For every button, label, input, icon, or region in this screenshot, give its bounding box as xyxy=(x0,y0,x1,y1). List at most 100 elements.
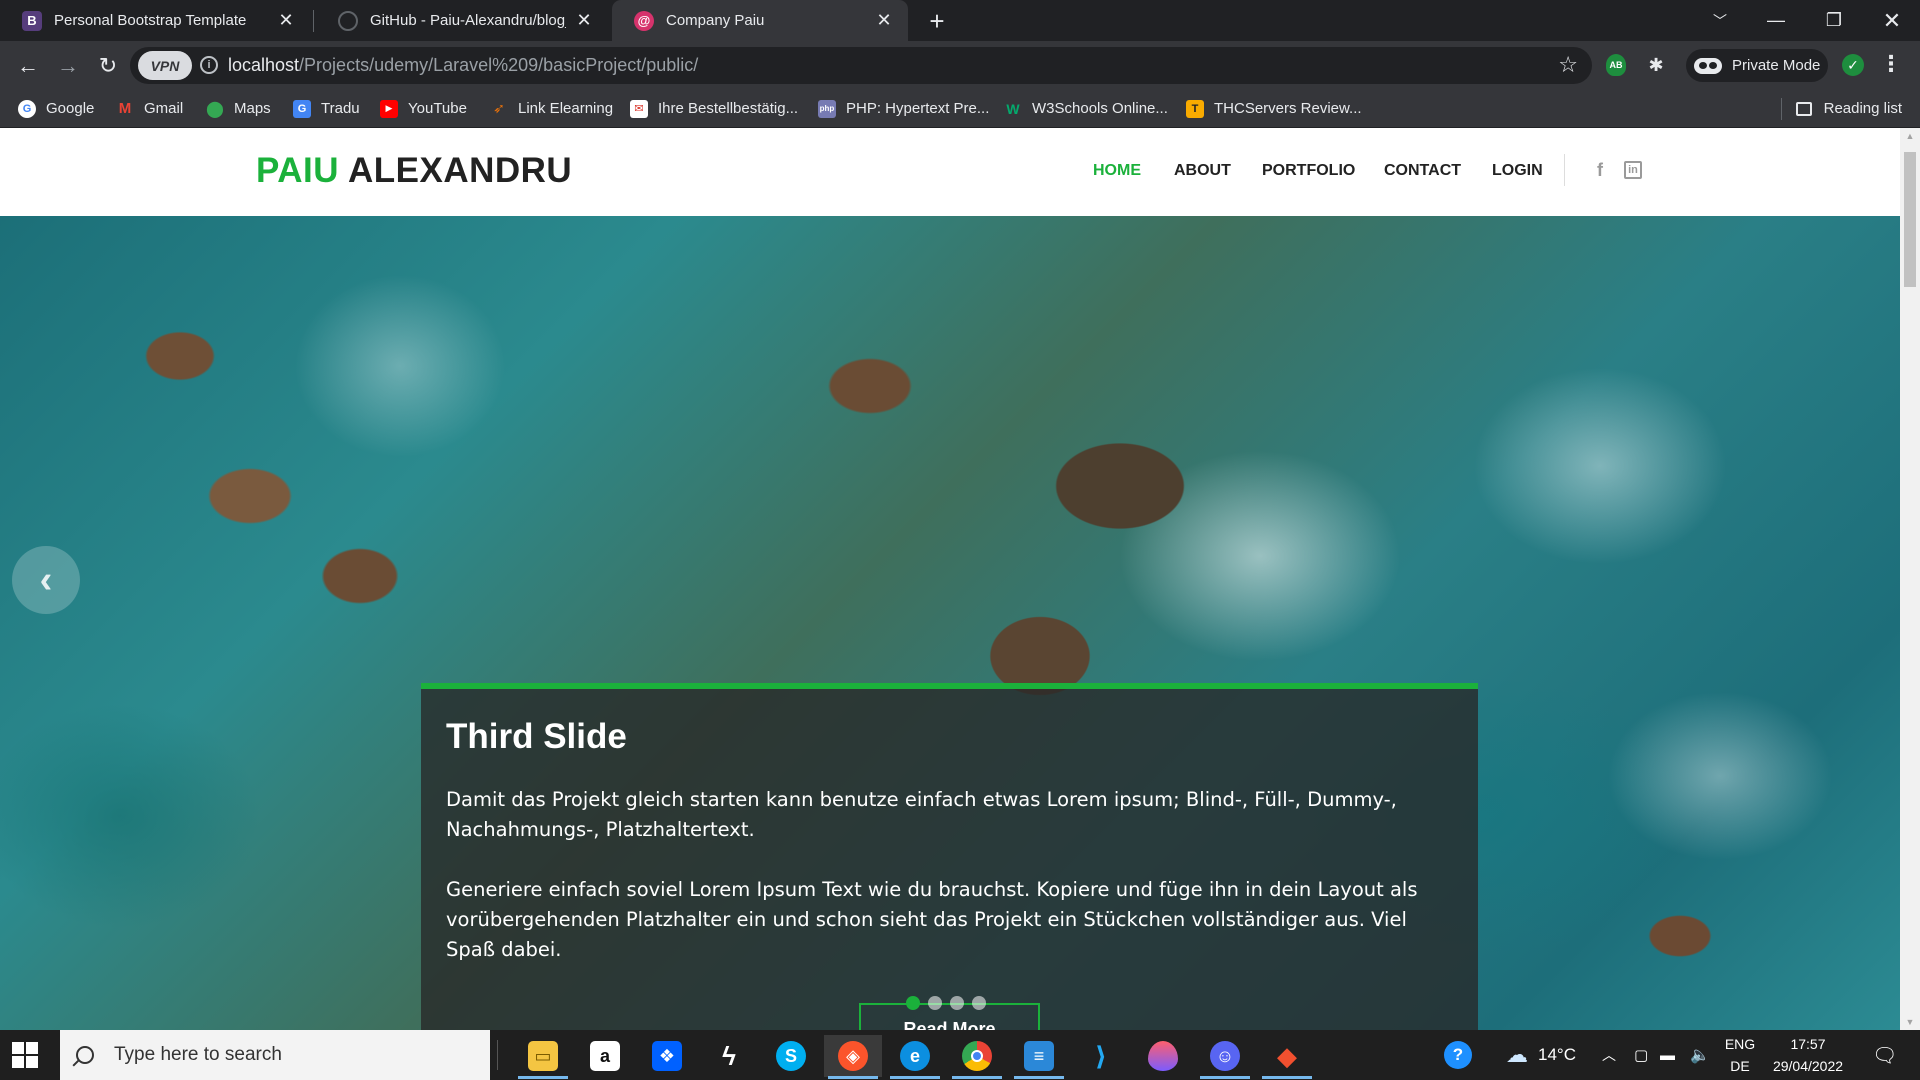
tab-github[interactable]: GitHub - Paiu-Alexandru/blog_laravel ✕ xyxy=(316,0,608,41)
bookmark-bestellung[interactable]: ✉ Ihre Bestellbestätig... xyxy=(630,90,798,127)
taskbar-search-input[interactable]: Type here to search xyxy=(60,1030,490,1080)
thcservers-icon: T xyxy=(1186,99,1204,118)
nav-login[interactable]: LOGIN xyxy=(1492,162,1543,180)
bookmark-w3schools[interactable]: W W3Schools Online... xyxy=(1004,90,1168,127)
skype-icon[interactable]: S xyxy=(762,1035,820,1077)
close-icon[interactable]: ✕ xyxy=(874,10,894,31)
brave-icon[interactable]: ◈ xyxy=(824,1035,882,1079)
site-logo[interactable]: PAIU ALEXANDRU xyxy=(256,151,572,191)
nav-about[interactable]: ABOUT xyxy=(1174,162,1231,180)
nav-contact[interactable]: CONTACT xyxy=(1384,162,1461,180)
bookmark-link-elearning[interactable]: ➶ Link Elearning xyxy=(490,90,613,127)
bookmark-label: Google xyxy=(46,100,95,117)
discord-icon[interactable]: ☺ xyxy=(1196,1035,1254,1079)
volume-icon[interactable]: 🔈 xyxy=(1690,1030,1710,1080)
git-icon[interactable]: ◆ xyxy=(1258,1035,1316,1079)
puzzle-icon[interactable]: ✱ xyxy=(1644,53,1668,77)
bookmark-label: Link Elearning xyxy=(518,100,614,117)
logo-text: ALEXANDRU xyxy=(347,151,573,190)
search-placeholder: Type here to search xyxy=(114,1044,282,1065)
carousel-prev-arrow-icon[interactable]: ‹ xyxy=(12,546,80,614)
bookmark-google[interactable]: G Google xyxy=(18,90,94,127)
app-icon[interactable]: ϟ xyxy=(700,1035,758,1077)
bookmark-php[interactable]: php PHP: Hypertext Pre... xyxy=(818,90,989,127)
bookmark-star-icon[interactable]: ☆ xyxy=(1558,52,1578,78)
scroll-up-icon[interactable]: ▲ xyxy=(1900,128,1920,144)
tab-personal-bootstrap[interactable]: B Personal Bootstrap Template ✕ xyxy=(0,0,310,41)
youtube-icon: ▶ xyxy=(380,99,398,118)
gmail-icon: M xyxy=(118,100,132,117)
divider xyxy=(1780,97,1782,120)
weather-temp: 14°C xyxy=(1538,1045,1576,1064)
new-tab-button[interactable]: + xyxy=(922,6,952,36)
browser-toolbar: ← → ↻ VPN i localhost/Projects/udemy/Lar… xyxy=(0,41,1920,90)
edge-icon[interactable]: e xyxy=(886,1035,944,1079)
tab-company-paiu[interactable]: @ Company Paiu ✕ xyxy=(612,0,908,41)
close-window-button[interactable]: ✕ xyxy=(1864,0,1920,41)
notepad-icon[interactable]: ≡ xyxy=(1010,1035,1068,1079)
search-icon xyxy=(76,1046,94,1064)
close-icon[interactable]: ✕ xyxy=(574,10,594,31)
bookmark-youtube[interactable]: ▶ YouTube xyxy=(380,90,467,127)
reading-list-button[interactable]: Reading list xyxy=(1780,90,1902,127)
bookmark-label: THCServers Review... xyxy=(1214,100,1362,117)
w3schools-icon: W xyxy=(1006,100,1020,117)
laravel-icon: @ xyxy=(634,10,654,31)
amazon-icon[interactable]: a xyxy=(576,1035,634,1077)
scroll-down-icon[interactable]: ▼ xyxy=(1900,1014,1920,1030)
security-check-icon[interactable]: ✓ xyxy=(1842,54,1864,76)
carousel-dot[interactable] xyxy=(906,996,920,1010)
device-icon[interactable]: ▢ xyxy=(1634,1030,1648,1080)
nav-portfolio[interactable]: PORTFOLIO xyxy=(1262,162,1355,180)
carousel-dot[interactable] xyxy=(928,996,942,1010)
battery-icon[interactable]: ▬ xyxy=(1660,1030,1675,1080)
page-viewport: PAIU ALEXANDRU HOME ABOUT PORTFOLIO CONT… xyxy=(0,128,1920,1030)
bookmark-thcservers[interactable]: T THCServers Review... xyxy=(1186,90,1362,127)
tab-search-chevron-icon[interactable]: ﹀ xyxy=(1692,0,1748,41)
bookmark-gmail[interactable]: M Gmail xyxy=(116,90,183,127)
clock[interactable]: 17:57 29/04/2022 xyxy=(1766,1033,1850,1077)
help-icon[interactable]: ? xyxy=(1444,1030,1472,1080)
notification-icon[interactable]: 🗨 xyxy=(1872,1030,1897,1080)
paint-icon[interactable] xyxy=(1134,1035,1192,1077)
carousel-dot[interactable] xyxy=(950,996,964,1010)
close-icon[interactable]: ✕ xyxy=(276,10,296,31)
carousel-dot[interactable] xyxy=(972,996,986,1010)
chrome-icon[interactable] xyxy=(948,1035,1006,1079)
adblock-extension[interactable]: AB xyxy=(1604,53,1628,77)
site-info-icon[interactable]: i xyxy=(200,56,218,74)
reload-button[interactable]: ↻ xyxy=(92,50,124,82)
restore-button[interactable]: ❐ xyxy=(1806,0,1862,41)
back-button[interactable]: ← xyxy=(12,50,44,82)
bookmark-label: W3Schools Online... xyxy=(1032,100,1168,117)
tray-chevron-icon[interactable]: ︿ xyxy=(1602,1030,1616,1080)
file-explorer-icon[interactable]: ▭ xyxy=(514,1035,572,1079)
vscode-icon[interactable]: ⟩ xyxy=(1072,1035,1130,1077)
language-indicator[interactable]: ENG DE xyxy=(1718,1033,1762,1077)
more-menu-icon[interactable]: ⋮ xyxy=(1880,51,1902,77)
bookmark-maps[interactable]: ⬤ Maps xyxy=(206,90,271,127)
slide-title: Third Slide xyxy=(446,717,627,756)
windows-start-icon[interactable] xyxy=(12,1042,38,1068)
linkedin-icon[interactable]: in xyxy=(1624,161,1642,179)
bookmark-tradu[interactable]: G Tradu xyxy=(293,90,360,127)
page-scrollbar[interactable]: ▲ ▼ xyxy=(1900,128,1920,1030)
minimize-button[interactable]: — xyxy=(1748,0,1804,41)
logo-accent: PAIU xyxy=(256,151,340,190)
address-bar[interactable]: VPN i localhost/Projects/udemy/Laravel%2… xyxy=(130,47,1592,84)
bookmark-label: Tradu xyxy=(321,100,360,117)
bookmark-label: Maps xyxy=(234,100,271,117)
forward-button[interactable]: → xyxy=(52,50,84,82)
nav-home[interactable]: HOME xyxy=(1093,162,1141,180)
scroll-thumb[interactable] xyxy=(1904,152,1916,287)
windows-taskbar: Type here to search ▭ a ❖ ϟ S ◈ e ≡ ⟩ ☺ … xyxy=(0,1030,1920,1080)
dropbox-icon[interactable]: ❖ xyxy=(638,1035,696,1077)
facebook-icon[interactable]: f xyxy=(1590,160,1610,180)
maps-icon: ⬤ xyxy=(206,100,224,118)
url-text[interactable]: localhost/Projects/udemy/Laravel%209/bas… xyxy=(228,55,698,76)
weather-widget[interactable]: ☁ 14°C xyxy=(1506,1030,1576,1080)
private-mode-indicator[interactable]: Private Mode xyxy=(1686,49,1828,82)
mask-icon xyxy=(1694,57,1722,74)
vpn-badge[interactable]: VPN xyxy=(138,51,192,80)
tab-title: GitHub - Paiu-Alexandru/blog_laravel xyxy=(370,12,566,29)
